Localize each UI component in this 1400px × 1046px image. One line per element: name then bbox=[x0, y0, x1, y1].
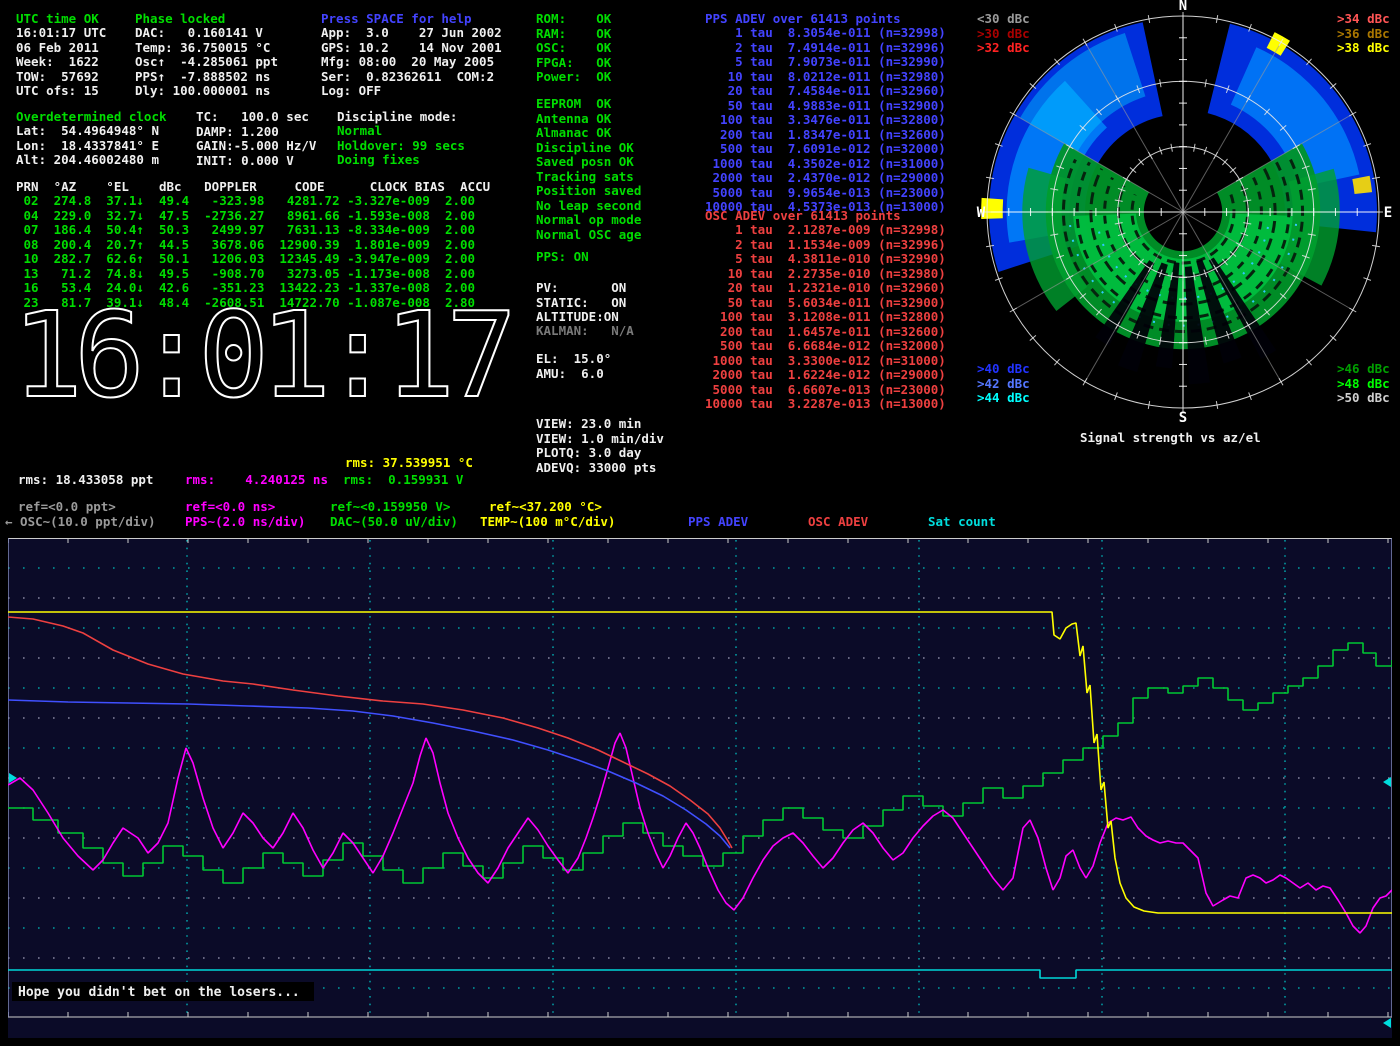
ring-tick bbox=[1279, 378, 1283, 385]
ring-tick bbox=[1205, 79, 1206, 87]
rms-pps: rms: 4.240125 ns bbox=[185, 473, 328, 488]
scale-temp: TEMP~(100 m°C/div) bbox=[480, 515, 615, 530]
kalman-flag: KALMAN: N/A bbox=[536, 324, 634, 339]
ref-temp: ref~<37.200 °C> bbox=[489, 500, 602, 515]
legend-osc-adev: OSC ADEV bbox=[808, 515, 868, 530]
receiver-status: EEPROM OK Antenna OK Almanac OK Discipli… bbox=[536, 97, 641, 242]
legend-sat-count: Sat count bbox=[928, 515, 996, 530]
polar-label: Signal strength vs az/el bbox=[1080, 431, 1261, 446]
view-settings: VIEW: 23.0 min VIEW: 1.0 min/div PLOTQ: … bbox=[536, 417, 664, 475]
mode-flags: PV: ON STATIC: ON ALTITUDE:ON bbox=[536, 281, 626, 325]
position-lines: Lat: 54.4964948° N Lon: 18.4337841° E Al… bbox=[16, 124, 159, 168]
scale-dac: DAC~(50.0 uV/div) bbox=[330, 515, 458, 530]
ref-pps: ref=<0.0 ns> bbox=[185, 500, 275, 515]
ref-osc: ref=<0.0 ppt> bbox=[18, 500, 116, 515]
ref-dac: ref~<0.159950 V> bbox=[330, 500, 450, 515]
ring-tick bbox=[1194, 144, 1195, 152]
ring-tick bbox=[1216, 15, 1217, 23]
ring-tick bbox=[1148, 401, 1149, 409]
help-lines: App: 3.0 27 Jun 2002 GPS: 10.2 14 Nov 20… bbox=[321, 26, 502, 99]
ring-tick bbox=[1214, 152, 1218, 159]
scale-pps: PPS~(2.0 ns/div) bbox=[185, 515, 305, 530]
ring-tick bbox=[1171, 144, 1172, 152]
utc-status-lines: 16:01:17 UTC 06 Feb 2011 Week: 1622 TOW:… bbox=[16, 26, 106, 99]
plot-background bbox=[8, 538, 1392, 1038]
compass-north: N bbox=[1179, 0, 1187, 14]
compass-west: W bbox=[977, 205, 986, 221]
el-amu: EL: 15.0° AMU: 6.0 bbox=[536, 352, 611, 381]
ring-tick bbox=[1010, 308, 1017, 312]
digital-clock-digits: 16:01:17 bbox=[12, 300, 509, 415]
ring-tick bbox=[1349, 308, 1356, 312]
ring-tick bbox=[1216, 401, 1217, 409]
discipline-lines: Normal Holdover: 99 secs Doing fixes bbox=[337, 124, 465, 168]
rms-osc: rms: 18.433058 ppt bbox=[18, 473, 153, 488]
rms-temp: rms: 37.539951 °C bbox=[345, 456, 473, 471]
ring-tick bbox=[1148, 152, 1152, 159]
device-status: ROM: OK RAM: OK OSC: OK FPGA: OK Power: … bbox=[536, 12, 611, 85]
digital-clock: 16:01:17 bbox=[10, 300, 510, 415]
plot-message: Hope you didn't bet on the losers... bbox=[18, 985, 300, 1000]
polar-azel-display: N S W E bbox=[975, 0, 1399, 424]
compass-south: S bbox=[1179, 410, 1187, 424]
ring-tick bbox=[1148, 15, 1149, 23]
pps-adev-rows: 1 tau 8.3054e-011 (n=32998) 2 tau 7.4914… bbox=[705, 26, 946, 215]
ring-tick bbox=[1372, 245, 1380, 246]
ring-tick bbox=[1083, 378, 1087, 385]
plot-area[interactable]: Hope you didn't bet on the losers... bbox=[8, 538, 1392, 1038]
lady-heather-screen: UTC time OK 16:01:17 UTC 06 Feb 2011 Wee… bbox=[0, 0, 1400, 1046]
sat-table-rows: 02 274.8 37.1↓ 49.4 -323.98 4281.72 -3.3… bbox=[16, 194, 475, 310]
pps-state: PPS: ON bbox=[536, 250, 589, 265]
scale-osc: ← OSC~(10.0 ppt/div) bbox=[5, 515, 156, 530]
osc-adev-rows: 1 tau 2.1287e-009 (n=32998) 2 tau 1.1534… bbox=[705, 223, 946, 412]
phase-lines: DAC: 0.160141 V Temp: 36.750015 °C Osc↑ … bbox=[135, 26, 278, 99]
ring-tick bbox=[1160, 79, 1161, 87]
loop-params: TC: 100.0 sec DAMP: 1.200 GAIN:-5.000 Hz… bbox=[196, 110, 316, 168]
rms-dac: rms: 0.159931 V bbox=[343, 473, 463, 488]
legend-pps-adev: PPS ADEV bbox=[688, 515, 748, 530]
compass-east: E bbox=[1384, 205, 1392, 221]
